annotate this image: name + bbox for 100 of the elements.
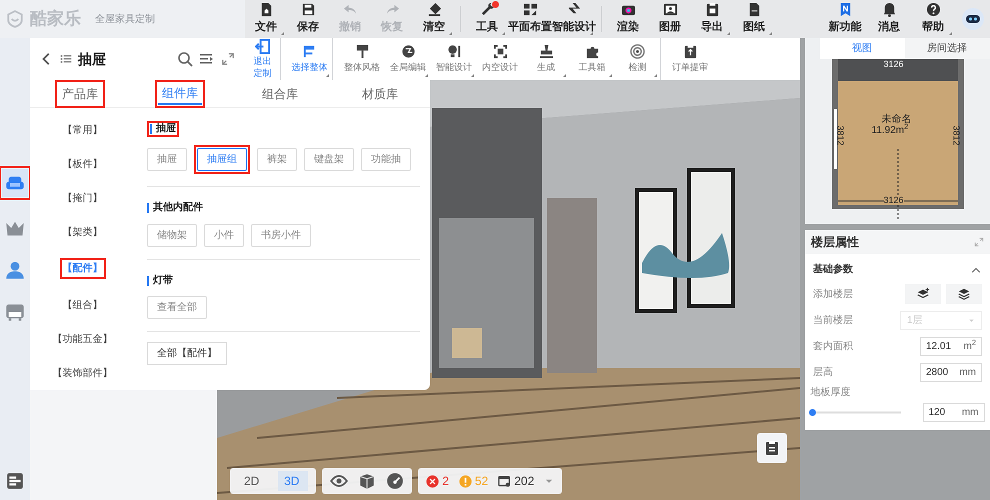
component-chip[interactable]: 裤架 [257,148,297,171]
category-item[interactable]: 【架类】 [62,224,102,240]
category-item[interactable]: 【配件】 [62,261,102,276]
toolbar-button[interactable]: 智能设计 [552,0,596,38]
gauge-icon[interactable] [386,472,404,490]
category-item[interactable]: 【掩门】 [62,190,102,206]
dropdown-corner-icon [769,32,772,35]
toolbar-button[interactable]: 渲染 [607,0,649,38]
slider-thumb[interactable] [809,409,816,416]
view-mode-button[interactable]: 2D [238,471,268,491]
all-components-button[interactable]: 全部【配件】 [147,342,227,365]
panel-layout-icon[interactable] [6,472,24,490]
logo-subtitle: 全屋家具定制 [95,12,155,26]
expand-icon[interactable] [221,52,235,66]
view-mode-button[interactable]: 3D [278,471,308,491]
component-chip[interactable]: 小件 [204,224,244,246]
component-chip[interactable]: 抽屉组 [197,148,247,171]
component-chip[interactable]: 功能抽 [361,148,411,171]
dropdown-corner-icon [563,74,566,77]
focus-icon [492,44,508,59]
section-title: 灯带 [147,276,173,286]
toolbar-button[interactable]: 工具箱 [569,38,615,80]
avatar-icon[interactable] [960,7,984,31]
number-field[interactable]: 120 mm [922,403,984,422]
toolbar-button[interactable]: 图纸 [733,0,775,38]
number-field[interactable]: 12.01 m$^{2}$ [920,336,982,356]
search-icon[interactable] [177,51,193,67]
caret-icon [968,316,975,324]
brush-icon [354,44,370,59]
category-item[interactable]: 【板件】 [62,157,102,172]
category-item[interactable]: 【组合】 [62,298,102,314]
eye-icon[interactable] [330,472,348,490]
dropdown-corner-icon [654,74,657,77]
eraser-icon [426,2,442,18]
layers-plus-icon [916,287,930,301]
bell-icon [882,2,896,18]
toolbar-button[interactable]: 消息 [867,0,911,38]
layers-icon [957,287,971,301]
view-tab[interactable]: 房间选择 [904,38,990,59]
stamp-icon [538,44,554,59]
window-icon [498,474,512,488]
dropdown-corner-icon [727,32,730,35]
component-chip[interactable]: 书房小件 [251,224,311,246]
toolbar-button[interactable]: 内空设计 [477,38,523,80]
image-icon [662,2,678,18]
add-floor-button[interactable] [904,284,940,304]
warning-icon [458,474,472,488]
library-tab[interactable]: 产品库 [58,82,102,104]
category-item[interactable]: 【常用】 [62,123,102,138]
cube-icon[interactable] [358,472,376,490]
field-label: 套内面积 [813,340,853,354]
toolbar-button[interactable]: 平面布置 [508,0,552,38]
component-chip[interactable]: 键盘架 [304,148,354,171]
library-tab[interactable]: 组件库 [158,82,202,104]
toolbar-button[interactable]: 图册 [649,0,691,38]
dropdown-corner-icon [609,74,612,77]
toolbar-button[interactable]: 文件 [245,0,287,38]
toolbar-button[interactable]: 工具 [466,0,508,38]
add-floor-below-button[interactable] [946,284,982,304]
clipboard-icon[interactable] [764,440,780,456]
toolbar-button[interactable]: 订单提审 [667,38,713,80]
dimension-label: 3812 [835,125,844,146]
toolbar-button[interactable]: 导出 [691,0,733,38]
toolbar-button[interactable]: 智能设计 [431,38,477,80]
toolbar-button[interactable]: 保存 [287,0,329,38]
panel-title: 楼层属性 [811,234,859,251]
panel-title: 抽屉 [78,50,106,68]
component-chip[interactable]: 储物架 [147,224,197,246]
clipboard-icon [704,2,720,18]
category-item[interactable]: 【功能五金】 [52,332,112,347]
toolbar-button[interactable]: 检测 [615,38,661,80]
room-name: 未命名 [882,115,912,125]
field-label: 层高 [813,366,833,380]
help-icon [926,2,940,18]
component-chip[interactable]: 抽屉 [147,148,187,171]
toolbar-button[interactable]: 帮助 [911,0,955,38]
error-icon [426,474,440,488]
section-title: 基础参数 [813,262,853,277]
toolbar-button[interactable]: 全局编辑 [385,38,431,80]
toolbar-button[interactable]: 新功能 [823,0,867,38]
toolbar-button[interactable]: 生成 [523,38,569,80]
section-title: 抽屉 [150,124,176,134]
component-chip[interactable]: 查看全部 [147,296,207,319]
cabinet-icon [5,302,25,322]
clipboard-icon [682,44,698,59]
dropdown-corner-icon [949,32,952,35]
dropdown-corner-icon [449,32,452,35]
field-label: 当前楼层 [813,314,853,328]
section-title: 其他内配件 [147,203,203,213]
error-count: 2 [442,473,449,490]
library-tab[interactable]: 材质库 [358,82,402,104]
number-field[interactable]: 2800 mm [920,362,982,382]
toolbar-button[interactable]: 整体风格 [339,38,385,80]
toolbar-button[interactable]: 清空 [413,0,455,38]
dropdown-corner-icon [281,32,284,35]
save-icon [300,2,316,18]
library-tab[interactable]: 组合库 [258,82,302,104]
exit-icon [255,38,270,54]
list-icon[interactable] [60,53,72,65]
category-item[interactable]: 【装饰部件】 [52,366,112,381]
